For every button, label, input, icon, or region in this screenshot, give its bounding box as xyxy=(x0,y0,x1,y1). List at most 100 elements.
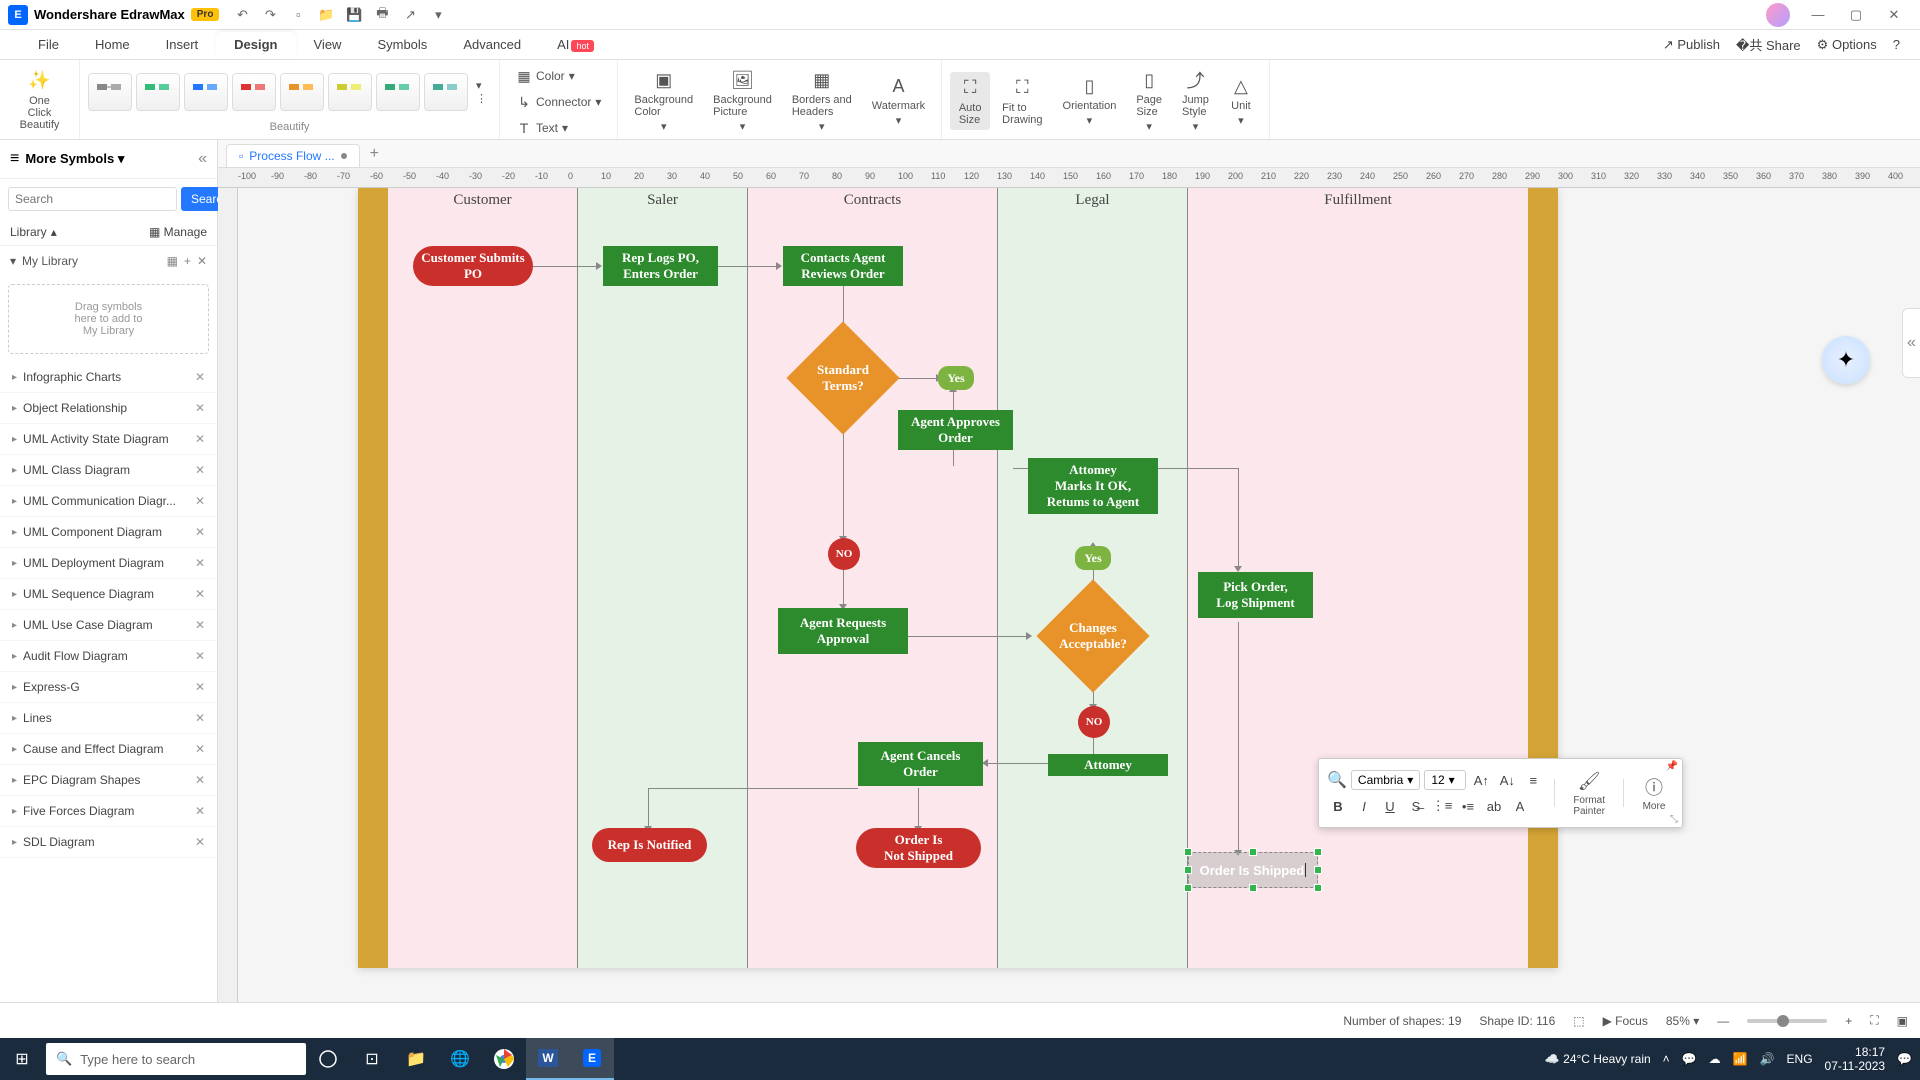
orientation-button[interactable]: ▯Orientation ▾ xyxy=(1055,70,1125,131)
task-view-icon[interactable]: ⊡ xyxy=(350,1038,394,1080)
user-avatar[interactable] xyxy=(1766,3,1790,27)
font-family-dropdown[interactable]: Cambria ▾ xyxy=(1351,770,1420,790)
category-item[interactable]: ▸Lines✕ xyxy=(0,703,217,734)
close-icon[interactable]: ✕ xyxy=(195,618,205,632)
menu-advanced[interactable]: Advanced xyxy=(445,32,539,57)
text-dropdown[interactable]: TText ▾ xyxy=(508,116,576,140)
category-item[interactable]: ▸UML Sequence Diagram✕ xyxy=(0,579,217,610)
save-icon[interactable]: 💾 xyxy=(345,6,363,24)
category-item[interactable]: ▸Audit Flow Diagram✕ xyxy=(0,641,217,672)
volume-icon[interactable]: 🔊 xyxy=(1760,1052,1775,1066)
add-tab-button[interactable]: + xyxy=(360,141,389,167)
category-item[interactable]: ▸Infographic Charts✕ xyxy=(0,362,217,393)
close-icon[interactable]: ✕ xyxy=(195,401,205,415)
borders-headers-button[interactable]: ▦Borders and Headers ▾ xyxy=(784,64,860,137)
close-icon[interactable]: ✕ xyxy=(195,711,205,725)
increase-font-icon[interactable]: A↑ xyxy=(1470,769,1492,791)
theme-more-button[interactable]: ▾⋮ xyxy=(472,77,491,107)
library-label[interactable]: Library xyxy=(10,225,47,239)
expand-mylib-icon[interactable]: ▾ xyxy=(10,254,16,268)
one-click-beautify-button[interactable]: ✨One Click Beautify xyxy=(8,65,71,135)
share-button[interactable]: �共 Share xyxy=(1736,35,1801,54)
connector-dropdown[interactable]: ↳Connector ▾ xyxy=(508,90,609,114)
strikethrough-button[interactable]: S̶ xyxy=(1405,795,1427,817)
shape-rep-notified[interactable]: Rep Is Notified xyxy=(592,828,707,862)
theme-preset-1[interactable] xyxy=(88,73,132,111)
resize-toolbar-icon[interactable]: ⤡ xyxy=(1670,814,1678,825)
library-dropzone[interactable]: Drag symbols here to add to My Library xyxy=(8,284,209,354)
zoom-slider[interactable] xyxy=(1747,1019,1827,1023)
shape-order-shipped-editing[interactable]: Order Is Shipped xyxy=(1188,852,1318,888)
shape-agent-approves[interactable]: Agent Approves Order xyxy=(898,410,1013,450)
pin-toolbar-icon[interactable]: 📌 xyxy=(1666,761,1678,772)
lane-saler-header[interactable]: Saler xyxy=(578,192,747,209)
close-icon[interactable]: ✕ xyxy=(195,432,205,446)
shape-changes-acceptable[interactable]: Changes Acceptable? xyxy=(1053,596,1133,676)
shape-no-2[interactable]: NO xyxy=(1078,706,1110,738)
shape-rep-logs[interactable]: Rep Logs PO, Enters Order xyxy=(603,246,718,286)
drawing-page[interactable]: Customer Saler Contracts Legal Fulfillme… xyxy=(358,188,1558,968)
right-panel-toggle[interactable]: « xyxy=(1902,308,1920,378)
theme-preset-8[interactable] xyxy=(424,73,468,111)
shape-contacts-agent[interactable]: Contacts Agent Reviews Order xyxy=(783,246,903,286)
redo-icon[interactable]: ↷ xyxy=(261,6,279,24)
mylib-add-icon[interactable]: + xyxy=(184,254,191,268)
category-item[interactable]: ▸Express-G✕ xyxy=(0,672,217,703)
close-icon[interactable]: ✕ xyxy=(195,804,205,818)
export-icon[interactable]: ↗ xyxy=(401,6,419,24)
page-size-button[interactable]: ▯Page Size ▾ xyxy=(1128,64,1170,137)
close-button[interactable]: ✕ xyxy=(1876,1,1912,29)
new-icon[interactable]: ▫ xyxy=(289,6,307,24)
close-icon[interactable]: ✕ xyxy=(195,835,205,849)
category-item[interactable]: ▸UML Class Diagram✕ xyxy=(0,455,217,486)
panel-title[interactable]: More Symbols ▾ xyxy=(25,151,198,167)
theme-preset-3[interactable] xyxy=(184,73,228,111)
jump-style-button[interactable]: ⤴Jump Style ▾ xyxy=(1174,64,1217,137)
print-icon[interactable]: 🖶 xyxy=(373,6,391,24)
numbered-list-button[interactable]: ⋮≡ xyxy=(1431,795,1453,817)
font-color-button[interactable]: A xyxy=(1509,795,1531,817)
category-item[interactable]: ▸SDL Diagram✕ xyxy=(0,827,217,858)
help-icon[interactable]: ? xyxy=(1893,37,1900,52)
shape-pick-order[interactable]: Pick Order, Log Shipment xyxy=(1198,572,1313,618)
theme-preset-7[interactable] xyxy=(376,73,420,111)
edge-icon[interactable]: 🌐 xyxy=(438,1038,482,1080)
collapse-panel-icon[interactable]: « xyxy=(198,150,207,168)
shape-yes-2[interactable]: Yes xyxy=(1075,546,1111,570)
mylib-grid-icon[interactable]: ▦ xyxy=(167,254,178,268)
qat-more-icon[interactable]: ▾ xyxy=(429,6,447,24)
theme-preset-5[interactable] xyxy=(280,73,324,111)
close-icon[interactable]: ✕ xyxy=(195,370,205,384)
fit-page-button[interactable]: ⛶ xyxy=(1870,1013,1878,1028)
publish-button[interactable]: ↗ Publish xyxy=(1663,37,1720,53)
floating-text-toolbar[interactable]: 🔍 Cambria ▾ 12 ▾ A↑ A↓ ≡ B I U S̶ ⋮≡ •≡ … xyxy=(1318,758,1683,828)
menu-view[interactable]: View xyxy=(296,32,360,57)
start-button[interactable]: ⊞ xyxy=(0,1038,44,1080)
chrome-icon[interactable] xyxy=(482,1038,526,1080)
font-size-dropdown[interactable]: 12 ▾ xyxy=(1424,770,1466,790)
bg-color-button[interactable]: ▣Background Color ▾ xyxy=(626,64,701,137)
close-icon[interactable]: ✕ xyxy=(195,494,205,508)
zoom-in-button[interactable]: + xyxy=(1845,1014,1852,1028)
watermark-button[interactable]: AWatermark ▾ xyxy=(864,70,933,131)
category-item[interactable]: ▸Object Relationship✕ xyxy=(0,393,217,424)
theme-preset-4[interactable] xyxy=(232,73,276,111)
color-dropdown[interactable]: ▦Color ▾ xyxy=(508,64,583,88)
taskbar-search[interactable]: 🔍Type here to search xyxy=(46,1043,306,1075)
category-item[interactable]: ▸EPC Diagram Shapes✕ xyxy=(0,765,217,796)
auto-size-button[interactable]: ⛶Auto Size xyxy=(950,72,990,130)
underline-button[interactable]: U xyxy=(1379,795,1401,817)
zoom-level[interactable]: 85% ▾ xyxy=(1666,1014,1699,1028)
fit-drawing-button[interactable]: ⛶Fit to Drawing xyxy=(994,72,1050,130)
text-case-button[interactable]: ab xyxy=(1483,795,1505,817)
category-item[interactable]: ▸UML Activity State Diagram✕ xyxy=(0,424,217,455)
notifications-icon[interactable]: 💬 xyxy=(1897,1052,1912,1066)
shape-customer-submits[interactable]: Customer Submits PO xyxy=(413,246,533,286)
shape-no-1[interactable]: NO xyxy=(828,538,860,570)
menu-home[interactable]: Home xyxy=(77,32,148,57)
meet-now-icon[interactable]: 💬 xyxy=(1682,1052,1697,1066)
document-tab[interactable]: ▫ Process Flow ... xyxy=(226,144,360,167)
minimize-button[interactable]: — xyxy=(1800,1,1836,29)
unit-button[interactable]: △Unit ▾ xyxy=(1221,70,1261,131)
shape-agent-cancels[interactable]: Agent Cancels Order xyxy=(858,742,983,786)
